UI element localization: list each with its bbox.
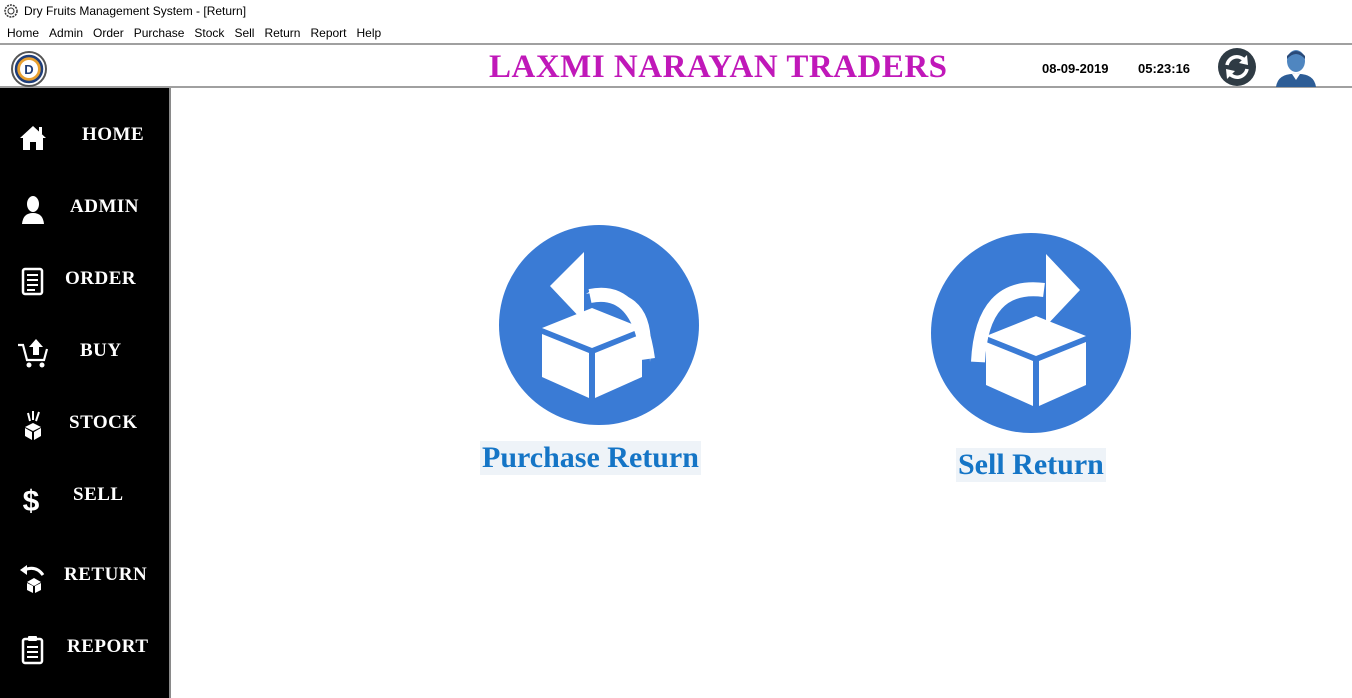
return-icon xyxy=(20,565,45,593)
sidebar-item-label: ORDER xyxy=(65,268,137,289)
sidebar-item-label: REPORT xyxy=(67,636,149,657)
sidebar-divider xyxy=(169,88,171,698)
cart-icon xyxy=(18,339,49,368)
menu-bar: Home Admin Order Purchase Stock Sell Ret… xyxy=(0,22,1352,43)
sidebar-item-label: STOCK xyxy=(69,412,138,433)
sidebar-item-label: RETURN xyxy=(64,564,148,585)
refresh-icon[interactable] xyxy=(1216,47,1258,87)
document-icon xyxy=(21,267,44,296)
purchase-return-icon[interactable] xyxy=(498,224,700,426)
window-titlebar: Dry Fruits Management System - [Return] xyxy=(0,0,1352,22)
company-logo: D xyxy=(11,51,47,87)
sidebar-item-label: ADMIN xyxy=(70,196,139,217)
current-time: 05:23:16 xyxy=(1138,61,1191,76)
menu-order[interactable]: Order xyxy=(88,26,129,40)
header-bar: D LAXMI NARAYAN TRADERS 08-09-2019 05:23… xyxy=(0,43,1352,88)
sidebar-item-label: SELL xyxy=(73,484,124,505)
sidebar-item-sell[interactable]: $ SELL xyxy=(0,466,169,526)
home-icon xyxy=(20,126,46,150)
sidebar-item-label: BUY xyxy=(80,340,122,361)
user-icon xyxy=(22,196,44,224)
menu-help[interactable]: Help xyxy=(352,26,387,40)
company-name: LAXMI NARAYAN TRADERS xyxy=(489,49,948,85)
svg-text:D: D xyxy=(24,62,33,77)
clipboard-icon xyxy=(21,636,44,665)
current-date: 08-09-2019 xyxy=(1042,61,1109,76)
dollar-icon: $ xyxy=(23,485,40,514)
sell-return-icon[interactable] xyxy=(930,232,1132,434)
menu-return[interactable]: Return xyxy=(259,26,305,40)
sidebar-item-label: HOME xyxy=(82,124,145,145)
sidebar-item-return[interactable]: RETURN xyxy=(0,546,169,606)
sidebar-item-order[interactable]: ORDER xyxy=(0,250,169,310)
window-title: Dry Fruits Management System - [Return] xyxy=(24,4,247,18)
purchase-return-button[interactable]: Purchase Return xyxy=(480,441,701,475)
sidebar-item-home[interactable]: HOME xyxy=(0,106,169,166)
sell-return-button[interactable]: Sell Return xyxy=(956,448,1106,482)
menu-stock[interactable]: Stock xyxy=(189,26,229,40)
user-profile-icon[interactable] xyxy=(1272,47,1320,87)
svg-text:$: $ xyxy=(23,485,40,514)
menu-home[interactable]: Home xyxy=(2,26,44,40)
stock-box-icon xyxy=(25,411,41,440)
sidebar-item-buy[interactable]: BUY xyxy=(0,322,169,382)
app-gear-icon xyxy=(4,4,18,18)
menu-report[interactable]: Report xyxy=(305,26,351,40)
sidebar-item-admin[interactable]: ADMIN xyxy=(0,178,169,238)
sidebar-item-stock[interactable]: STOCK xyxy=(0,394,169,454)
menu-admin[interactable]: Admin xyxy=(44,26,88,40)
sidebar-item-report[interactable]: REPORT xyxy=(0,618,169,678)
menu-purchase[interactable]: Purchase xyxy=(129,26,190,40)
menu-sell[interactable]: Sell xyxy=(229,26,259,40)
